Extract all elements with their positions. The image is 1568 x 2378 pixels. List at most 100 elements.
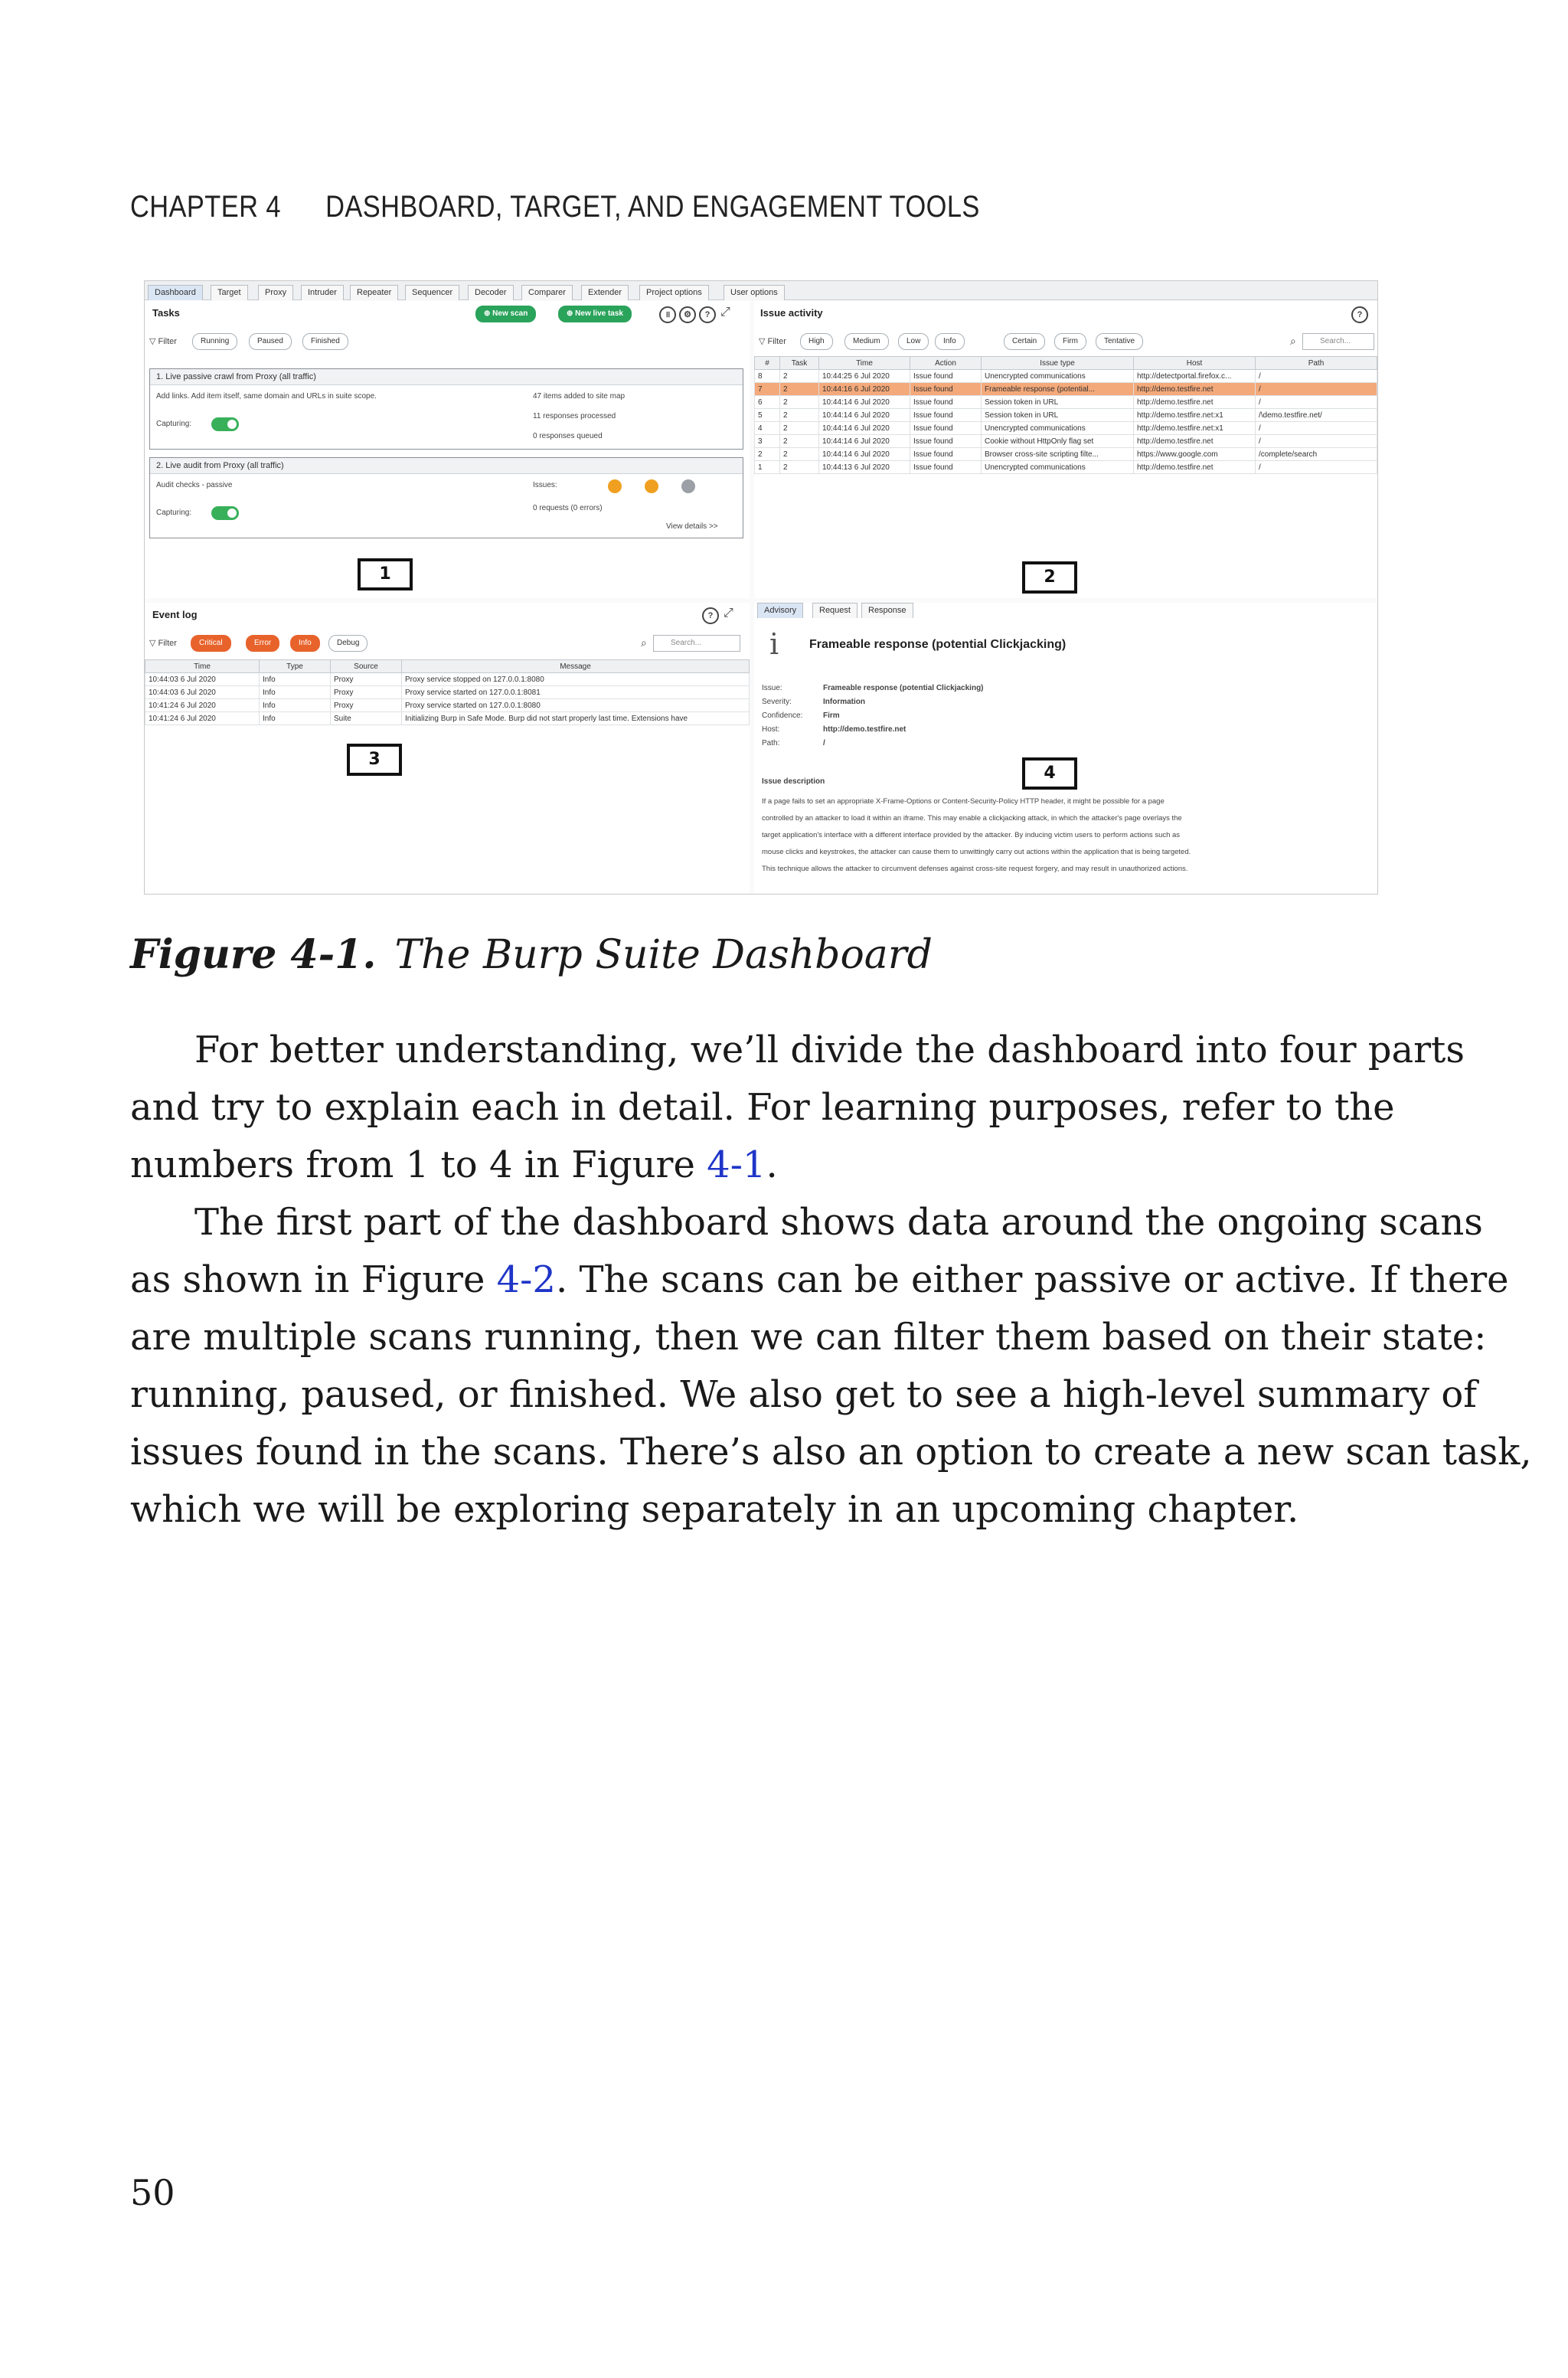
task-card-1[interactable]: 1. Live passive crawl from Proxy (all tr… (149, 368, 743, 450)
table-cell: 2 (779, 395, 819, 409)
expand-icon[interactable]: ⤢ (724, 607, 733, 620)
tab-proxy[interactable]: Proxy (258, 285, 294, 300)
table-row[interactable]: 10:44:03 6 Jul 2020 Info Proxy Proxy servic… (145, 685, 750, 699)
tasks-pane: Tasks ⊕ New scan ⊕ New live task ॥ ⚙ ? ⤢… (145, 301, 750, 598)
event-log-table: Time Type Source Message 10:44:03 6 Jul … (145, 659, 750, 725)
column-header[interactable]: Action (910, 356, 982, 370)
table-cell: 10:44:03 6 Jul 2020 (145, 672, 260, 686)
table-row[interactable]: 10:44:03 6 Jul 2020 Info Proxy Proxy servic… (145, 672, 750, 686)
table-row[interactable]: 6 2 10:44:14 6 Jul 2020 Issue found Session … (754, 395, 1377, 409)
table-cell: 2 (779, 382, 819, 396)
table-row[interactable]: 8 2 10:44:25 6 Jul 2020 Issue found Unencryp… (754, 369, 1377, 383)
tasks-filter[interactable]: ▽ Filter (149, 336, 177, 346)
tab-sequencer[interactable]: Sequencer (405, 285, 460, 300)
new-live-task-button[interactable]: ⊕ New live task (558, 306, 632, 322)
table-row[interactable]: 3 2 10:44:14 6 Jul 2020 Issue found Cookie w… (754, 434, 1377, 448)
column-header[interactable]: Time (145, 659, 260, 673)
column-header[interactable]: Issue type (981, 356, 1134, 370)
task-2-capturing-label: Capturing: (156, 509, 192, 517)
view-details-link[interactable]: View details >> (666, 522, 718, 531)
table-row[interactable]: 1 2 10:44:13 6 Jul 2020 Issue found Unencryp… (754, 460, 1377, 474)
gear-icon[interactable]: ⚙ (679, 306, 696, 323)
filter-certain[interactable]: Certain (1004, 333, 1046, 350)
issue-filter[interactable]: ▽ Filter (759, 336, 786, 346)
issue-search-input[interactable]: Search... (1302, 333, 1374, 350)
table-row[interactable]: 4 2 10:44:14 6 Jul 2020 Issue found Unencryp… (754, 421, 1377, 435)
advisory-pane: Advisory Request Response i Frameable re… (754, 603, 1377, 894)
tab-dashboard[interactable]: Dashboard (148, 285, 203, 300)
tab-user-options[interactable]: User options (724, 285, 785, 300)
tab-comparer[interactable]: Comparer (521, 285, 573, 300)
table-row-selected[interactable]: 7 2 10:44:16 6 Jul 2020 Issue found Frameabl… (754, 382, 1377, 396)
chapter-title: DASHBOARD, TARGET, AND ENGAGEMENT TOOLS (325, 190, 980, 224)
issue-count-medium (645, 479, 658, 493)
table-row[interactable]: 2 2 10:44:14 6 Jul 2020 Issue found Browser … (754, 447, 1377, 461)
table-cell: 2 (779, 434, 819, 448)
paragraph-line: as shown in Figure 4-2. The scans can be… (130, 1251, 1509, 1309)
column-header[interactable]: Path (1255, 356, 1377, 370)
column-header[interactable]: Task (779, 356, 819, 370)
column-header[interactable]: Message (401, 659, 750, 673)
help-icon[interactable]: ? (1351, 306, 1368, 323)
filter-medium[interactable]: Medium (844, 333, 889, 350)
task-2-requests: 0 requests (0 errors) (533, 504, 603, 512)
tab-advisory[interactable]: Advisory (757, 603, 804, 618)
task-2-title: 2. Live audit from Proxy (all traffic) (150, 458, 743, 474)
table-cell: 6 (754, 395, 780, 409)
filter-firm[interactable]: Firm (1054, 333, 1086, 350)
filter-paused[interactable]: Paused (249, 333, 292, 350)
task-2-capturing-toggle[interactable] (211, 506, 239, 520)
tab-decoder[interactable]: Decoder (468, 285, 514, 300)
filter-finished[interactable]: Finished (302, 333, 348, 350)
tab-extender[interactable]: Extender (581, 285, 629, 300)
task-1-capturing-toggle[interactable] (211, 417, 239, 431)
help-icon[interactable]: ? (699, 306, 716, 323)
help-icon[interactable]: ? (702, 607, 719, 624)
tab-repeater[interactable]: Repeater (350, 285, 399, 300)
table-cell: 10:44:13 6 Jul 2020 (818, 460, 910, 474)
column-header[interactable]: Source (330, 659, 402, 673)
filter-debug[interactable]: Debug (328, 635, 368, 652)
new-live-task-label: New live task (575, 309, 623, 318)
pause-icon[interactable]: ॥ (659, 306, 676, 323)
filter-info[interactable]: Info (935, 333, 965, 350)
task-2-issues-label: Issues: (533, 481, 557, 489)
table-cell: Unencrypted communications (981, 369, 1134, 383)
filter-running[interactable]: Running (192, 333, 238, 350)
filter-high[interactable]: High (800, 333, 833, 350)
expand-icon[interactable]: ⤢ (720, 306, 730, 319)
table-row[interactable]: 10:41:24 6 Jul 2020 Info Suite Initializing… (145, 711, 750, 725)
table-row[interactable]: 5 2 10:44:14 6 Jul 2020 Issue found Session … (754, 408, 1377, 422)
table-cell: 2 (754, 447, 780, 461)
column-header[interactable]: Time (818, 356, 910, 370)
event-search-input[interactable]: Search... (653, 635, 740, 652)
field-label: Confidence: (762, 711, 803, 720)
figure-4-2-link[interactable]: 4-2 (497, 1258, 556, 1301)
issue-count-info (681, 479, 695, 493)
table-row[interactable]: 10:41:24 6 Jul 2020 Info Proxy Proxy servic… (145, 698, 750, 712)
filter-critical[interactable]: Critical (191, 635, 231, 652)
filter-tentative[interactable]: Tentative (1096, 333, 1144, 350)
task-card-2[interactable]: 2. Live audit from Proxy (all traffic) A… (149, 457, 743, 538)
table-cell: Unencrypted communications (981, 421, 1134, 435)
tab-project-options[interactable]: Project options (639, 285, 709, 300)
filter-info[interactable]: Info (290, 635, 320, 652)
new-scan-button[interactable]: ⊕ New scan (475, 306, 537, 322)
column-header[interactable]: Type (259, 659, 331, 673)
filter-low[interactable]: Low (898, 333, 929, 350)
event-filter[interactable]: ▽ Filter (149, 638, 177, 648)
tab-request[interactable]: Request (812, 603, 858, 618)
figure-4-1-link[interactable]: 4-1 (707, 1143, 766, 1186)
figure-label: Figure 4-1. (130, 931, 377, 978)
filter-error[interactable]: Error (246, 635, 280, 652)
table-cell: 10:44:14 6 Jul 2020 (818, 434, 910, 448)
tab-target[interactable]: Target (211, 285, 248, 300)
paragraph-line: running, paused, or finished. We also ge… (130, 1373, 1478, 1416)
tab-response[interactable]: Response (861, 603, 913, 618)
tab-intruder[interactable]: Intruder (301, 285, 344, 300)
paragraph-text: . (766, 1143, 778, 1186)
column-header[interactable]: # (754, 356, 780, 370)
table-cell: 2 (779, 447, 819, 461)
column-header[interactable]: Host (1133, 356, 1256, 370)
issue-description-line: controlled by an attacker to load it wit… (762, 814, 1182, 823)
